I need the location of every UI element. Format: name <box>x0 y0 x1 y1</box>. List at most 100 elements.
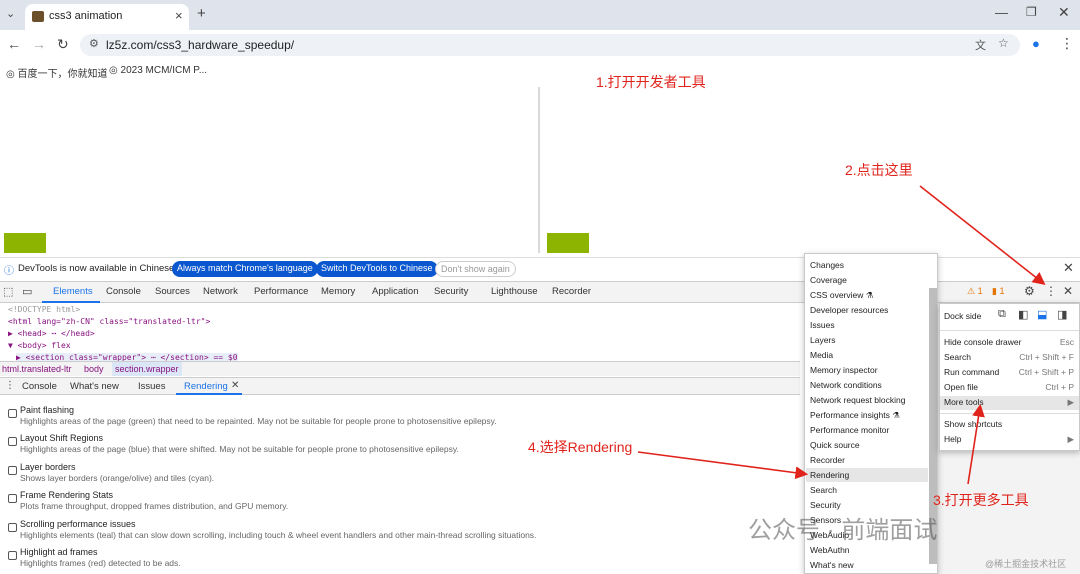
browser-menu-icon[interactable]: ⋮ <box>1060 35 1074 52</box>
translate-icon[interactable]: 文 <box>975 37 986 53</box>
issues-badge[interactable]: ▮ 1 <box>992 286 1004 297</box>
drawer-tab-whats-new[interactable]: What's new <box>70 381 119 392</box>
drawer-tab-console[interactable]: Console <box>22 381 57 392</box>
menu-item-performance-monitor[interactable]: Performance monitor <box>810 425 889 435</box>
tab-elements[interactable]: Elements <box>53 286 93 297</box>
menu-show-shortcuts[interactable]: Show shortcuts <box>944 419 1002 429</box>
tab-application[interactable]: Application <box>372 286 418 297</box>
tab-performance[interactable]: Performance <box>254 286 308 297</box>
switch-chinese-button[interactable]: Switch DevTools to Chinese <box>316 261 438 277</box>
watermark-small: @稀土掘金技术社区 <box>985 559 1067 569</box>
tree-body[interactable]: ▼ <body> flex <box>8 341 71 350</box>
bookmark-2[interactable]: ◎ 2023 MCM/ICM P... <box>109 65 207 76</box>
match-language-button[interactable]: Always match Chrome's language <box>172 261 318 277</box>
checkbox[interactable] <box>8 409 17 418</box>
address-bar[interactable]: ⚙ lz5z.com/css3_hardware_speedup/ 文 ☆ <box>80 34 1020 56</box>
tab-lighthouse[interactable]: Lighthouse <box>491 286 537 297</box>
menu-search[interactable]: Search <box>944 352 971 362</box>
option-desc: Highlights areas of the page (green) tha… <box>20 416 497 426</box>
checkbox[interactable] <box>8 551 17 560</box>
drawer-tab-rendering[interactable]: Rendering <box>184 381 228 392</box>
drawer-menu-icon[interactable]: ⋮ <box>5 380 15 391</box>
menu-item-quick-source[interactable]: Quick source <box>810 440 860 450</box>
new-tab-icon[interactable]: + <box>197 5 206 22</box>
restore-icon[interactable]: ❐ <box>1026 5 1037 19</box>
minimize-icon[interactable]: — <box>995 5 1008 20</box>
checkbox[interactable] <box>8 494 17 503</box>
menu-item-rendering[interactable]: Rendering <box>810 470 849 480</box>
checkbox[interactable] <box>8 523 17 532</box>
menu-item-recorder[interactable]: Recorder <box>810 455 845 465</box>
dock-bottom-icon[interactable]: ⬓ <box>1037 308 1047 321</box>
inspect-element-icon[interactable]: ⬚ <box>3 285 13 298</box>
url-text[interactable]: lz5z.com/css3_hardware_speedup/ <box>106 38 294 52</box>
drawer-tab-bar: ⋮ Console What's new Issues Rendering ✕ <box>0 377 800 395</box>
back-icon[interactable]: ← <box>7 36 21 52</box>
dock-left-icon[interactable]: ◧ <box>1018 308 1028 321</box>
forward-icon[interactable]: → <box>32 36 46 52</box>
menu-help[interactable]: Help <box>944 434 961 444</box>
tree-html[interactable]: <html lang="zh-CN" class="translated-ltr… <box>8 317 210 326</box>
device-toolbar-icon[interactable]: ▭ <box>22 285 32 298</box>
checkbox[interactable] <box>8 437 17 446</box>
browser-tab[interactable]: css3 animation × <box>25 4 189 30</box>
tab-network[interactable]: Network <box>203 286 238 297</box>
menu-hide-console-drawer[interactable]: Hide console drawer <box>944 337 1021 347</box>
site-info-icon[interactable]: ⚙ <box>89 37 99 50</box>
breadcrumb: html.translated-ltr body section.wrapper <box>0 361 800 376</box>
tree-doctype[interactable]: <!DOCTYPE html> <box>8 305 80 314</box>
tab-recorder[interactable]: Recorder <box>552 286 591 297</box>
menu-item-performance-insights[interactable]: Performance insights ⚗ <box>810 410 900 421</box>
window-close-icon[interactable]: ✕ <box>1058 4 1070 21</box>
menu-run-command[interactable]: Run command <box>944 367 999 377</box>
drawer-tab-issues[interactable]: Issues <box>138 381 165 392</box>
menu-item-css-overview[interactable]: CSS overview ⚗ <box>810 290 873 301</box>
menu-item-media[interactable]: Media <box>810 350 833 360</box>
menu-item-whats-new[interactable]: What's new <box>810 560 854 570</box>
tab-close-icon[interactable]: × <box>175 8 183 23</box>
settings-gear-icon[interactable]: ⚙ <box>1024 284 1035 298</box>
menu-item-network-conditions[interactable]: Network conditions <box>810 380 882 390</box>
shortcut-hint: Esc <box>1059 337 1074 347</box>
menu-item-layers[interactable]: Layers <box>810 335 836 345</box>
option-title: Scrolling performance issues <box>20 519 136 529</box>
reload-icon[interactable]: ↻ <box>57 36 69 53</box>
crumb-body[interactable]: body <box>84 364 104 374</box>
menu-more-tools[interactable]: More tools <box>944 397 984 407</box>
menu-item-security[interactable]: Security <box>810 500 841 510</box>
notice-close-icon[interactable]: ✕ <box>1063 260 1074 276</box>
tree-head[interactable]: ▶ <head> ⋯ </head> <box>8 329 95 338</box>
page-divider <box>538 87 540 253</box>
menu-item-webauthn[interactable]: WebAuthn <box>810 545 850 555</box>
tab-security[interactable]: Security <box>434 286 468 297</box>
menu-item-coverage[interactable]: Coverage <box>810 275 847 285</box>
rendering-close-icon[interactable]: ✕ <box>231 380 239 391</box>
option-title: Layout Shift Regions <box>20 433 104 443</box>
menu-item-search[interactable]: Search <box>810 485 837 495</box>
bookmark-1[interactable]: ◎ 百度一下，你就知道 <box>6 65 108 80</box>
devtools-close-icon[interactable]: ✕ <box>1063 284 1073 298</box>
menu-item-developer-resources[interactable]: Developer resources <box>810 305 888 315</box>
crumb-html[interactable]: html.translated-ltr <box>2 364 72 374</box>
dock-undock-icon[interactable]: ⧉ <box>998 308 1006 321</box>
menu-item-issues[interactable]: Issues <box>810 320 835 330</box>
tab-console[interactable]: Console <box>106 286 141 297</box>
bookmark-star-icon[interactable]: ☆ <box>998 36 1009 50</box>
menu-item-memory-inspector[interactable]: Memory inspector <box>810 365 878 375</box>
crumb-section[interactable]: section.wrapper <box>112 362 182 376</box>
tab-sources[interactable]: Sources <box>155 286 190 297</box>
profile-icon[interactable]: ● <box>1032 36 1040 51</box>
menu-item-network-request-blocking[interactable]: Network request blocking <box>810 395 905 405</box>
warning-badge[interactable]: ⚠ 1 <box>967 286 983 297</box>
dont-show-button[interactable]: Don't show again <box>435 261 516 277</box>
dock-right-icon[interactable]: ◨ <box>1057 308 1067 321</box>
rendering-panel: Paint flashing Highlights areas of the p… <box>0 397 800 574</box>
menu-item-changes[interactable]: Changes <box>810 260 844 270</box>
tab-memory[interactable]: Memory <box>321 286 355 297</box>
tab-title: css3 animation <box>49 10 123 22</box>
devtools-customize-icon[interactable]: ⋮ <box>1045 284 1057 298</box>
shortcut-hint: Ctrl + Shift + F <box>1019 352 1074 362</box>
checkbox[interactable] <box>8 466 17 475</box>
menu-open-file[interactable]: Open file <box>944 382 978 392</box>
tab-list-icon[interactable]: ⌄ <box>6 7 15 20</box>
